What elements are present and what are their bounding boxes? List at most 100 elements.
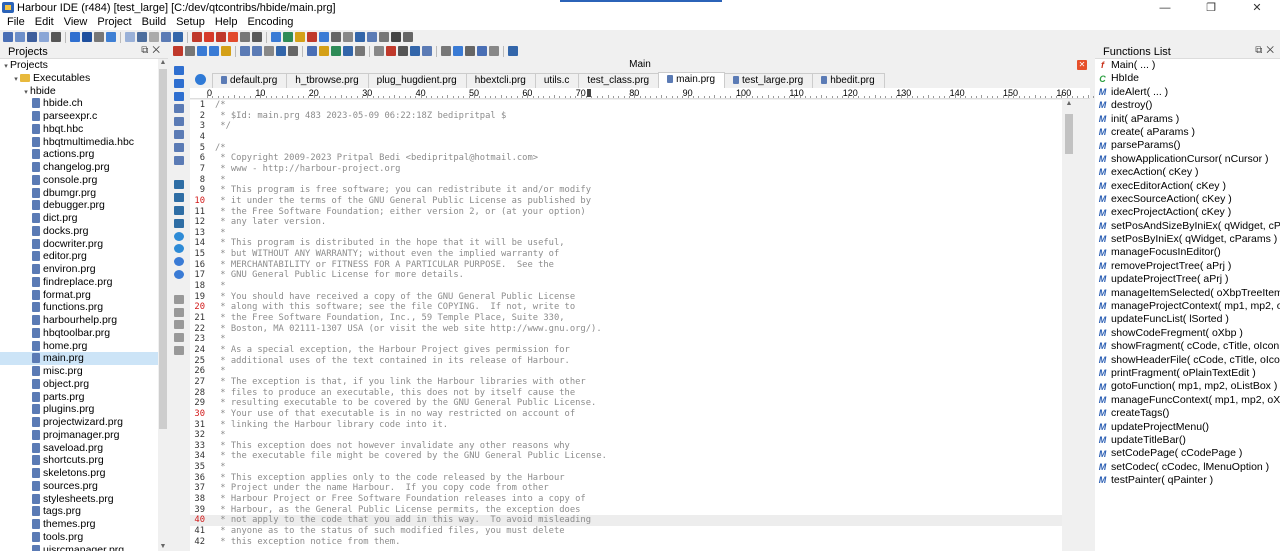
tree-item[interactable]: dict.prg <box>0 212 168 225</box>
editor-tab[interactable]: hbedit.prg <box>812 73 885 88</box>
function-list-item[interactable]: MprintFragment( oPlainTextEdit ) <box>1095 367 1280 380</box>
side-tool-icon[interactable] <box>174 104 184 114</box>
tree-item[interactable]: parts.prg <box>0 391 168 404</box>
editor-tool-icon[interactable] <box>410 46 420 56</box>
side-tool-icon[interactable] <box>174 346 184 355</box>
function-list-item[interactable]: MshowFragment( cCode, cTitle, oIcon, cTh… <box>1095 340 1280 353</box>
tree-item[interactable]: skeletons.prg <box>0 467 168 480</box>
editor-tool-icon[interactable] <box>508 46 518 56</box>
side-tool-icon[interactable] <box>174 333 184 343</box>
menu-item-help[interactable]: Help <box>210 15 243 30</box>
toolbar-button-icon[interactable] <box>192 32 202 42</box>
side-tool-icon[interactable] <box>174 270 184 279</box>
tree-item[interactable]: harbourhelp.prg <box>0 314 168 327</box>
function-list-item[interactable]: MshowHeaderFile( cCode, cTitle, oIcon, l… <box>1095 354 1280 367</box>
function-list-item[interactable]: McreateTags() <box>1095 407 1280 420</box>
menu-item-setup[interactable]: Setup <box>171 15 210 30</box>
projects-scroll-thumb[interactable] <box>159 69 167 429</box>
toolbar-button-icon[interactable] <box>367 32 377 42</box>
tree-item[interactable]: themes.prg <box>0 518 168 531</box>
editor-tool-icon[interactable] <box>221 46 231 56</box>
tree-item[interactable]: saveload.prg <box>0 442 168 455</box>
toolbar-button-icon[interactable] <box>355 32 365 42</box>
editor-tool-icon[interactable] <box>209 46 219 56</box>
tree-item[interactable]: hbqtmultimedia.hbc <box>0 136 168 149</box>
tree-item[interactable]: ▾ hbide <box>0 85 168 98</box>
dock-float-close-icons[interactable]: ⧉✕ <box>1255 45 1278 56</box>
function-list-item[interactable]: MexecAction( cKey ) <box>1095 166 1280 179</box>
toolbar-button-icon[interactable] <box>307 32 317 42</box>
scroll-up-icon[interactable]: ▲ <box>1062 100 1076 110</box>
tree-item[interactable]: parseexpr.c <box>0 110 168 123</box>
function-list-item[interactable]: MupdateProjectMenu() <box>1095 421 1280 434</box>
side-tool-icon[interactable] <box>174 294 184 304</box>
toolbar-button-icon[interactable] <box>331 32 341 42</box>
tree-item[interactable]: debugger.prg <box>0 199 168 212</box>
tree-item[interactable]: ▾ Projects <box>0 59 168 72</box>
tree-item[interactable]: functions.prg <box>0 301 168 314</box>
function-list-item[interactable]: MideAlert( ... ) <box>1095 86 1280 99</box>
editor-scrollbar[interactable]: ▲ <box>1062 100 1076 551</box>
menu-item-project[interactable]: Project <box>92 15 136 30</box>
function-list-item[interactable]: MsetCodec( cCodec, lMenuOption ) <box>1095 461 1280 474</box>
toolbar-button-icon[interactable] <box>403 32 413 42</box>
tree-item[interactable]: misc.prg <box>0 365 168 378</box>
editor-tool-icon[interactable] <box>185 46 195 56</box>
tree-item[interactable]: tools.prg <box>0 531 168 544</box>
tree-item[interactable]: tags.prg <box>0 505 168 518</box>
side-tool-icon[interactable] <box>174 257 184 267</box>
function-list-item[interactable]: MupdateFuncList( lSorted ) <box>1095 313 1280 326</box>
side-tool-icon[interactable] <box>174 307 184 317</box>
tree-item[interactable]: hbide.ch <box>0 97 168 110</box>
menu-item-encoding[interactable]: Encoding <box>242 15 298 30</box>
function-list-item[interactable]: MparseParams() <box>1095 139 1280 152</box>
tree-item[interactable]: stylesheets.prg <box>0 493 168 506</box>
editor-tool-icon[interactable] <box>252 46 262 56</box>
toolbar-button-icon[interactable] <box>137 32 147 42</box>
toolbar-button-icon[interactable] <box>271 32 281 42</box>
scroll-up-icon[interactable]: ▲ <box>158 59 168 68</box>
editor-tab[interactable]: default.prg <box>212 73 288 88</box>
side-tool-icon[interactable] <box>174 231 184 241</box>
toolbar-button-icon[interactable] <box>204 32 214 42</box>
tree-item[interactable]: editor.prg <box>0 250 168 263</box>
function-list-item[interactable]: MexecSourceAction( cKey ) <box>1095 193 1280 206</box>
globe-icon[interactable] <box>195 74 206 85</box>
toolbar-button-icon[interactable] <box>173 32 183 42</box>
menu-item-edit[interactable]: Edit <box>30 15 59 30</box>
tree-item[interactable]: format.prg <box>0 289 168 302</box>
editor-tool-icon[interactable] <box>331 46 341 56</box>
function-list-item[interactable]: Minit( aParams ) <box>1095 113 1280 126</box>
toolbar-button-icon[interactable] <box>15 32 25 42</box>
side-tool-icon[interactable] <box>174 218 184 228</box>
function-list-item[interactable]: f Main( ... ) <box>1095 59 1280 72</box>
editor-tool-icon[interactable] <box>465 46 475 56</box>
toolbar-button-icon[interactable] <box>39 32 49 42</box>
toolbar-button-icon[interactable] <box>252 32 262 42</box>
toolbar-button-icon[interactable] <box>94 32 104 42</box>
toolbar-button-icon[interactable] <box>161 32 171 42</box>
editor-tab[interactable]: test_large.prg <box>724 73 814 88</box>
editor-tool-icon[interactable] <box>288 46 298 56</box>
toolbar-button-icon[interactable] <box>70 32 80 42</box>
tree-item[interactable]: docks.prg <box>0 225 168 238</box>
toolbar-button-icon[interactable] <box>125 32 135 42</box>
function-list-item[interactable]: MupdateProjectTree( aPrj ) <box>1095 273 1280 286</box>
function-list-item[interactable]: MsetPosByIniEx( qWidget, cParams ) <box>1095 233 1280 246</box>
tree-item[interactable]: hbqt.hbc <box>0 123 168 136</box>
toolbar-button-icon[interactable] <box>82 32 92 42</box>
function-list-item[interactable]: Mcreate( aParams ) <box>1095 126 1280 139</box>
scroll-down-icon[interactable]: ▼ <box>158 543 168 551</box>
function-list-item[interactable]: MshowCodeFregment( oXbp ) <box>1095 327 1280 340</box>
toolbar-button-icon[interactable] <box>51 32 61 42</box>
function-list-item[interactable]: MexecEditorAction( cKey ) <box>1095 180 1280 193</box>
side-tool-icon[interactable] <box>174 66 184 75</box>
tree-item[interactable]: ▾ Executables <box>0 72 168 85</box>
tree-item[interactable]: console.prg <box>0 174 168 187</box>
editor-tool-icon[interactable] <box>343 46 353 56</box>
minimize-button[interactable]: — <box>1142 0 1188 15</box>
function-list-item[interactable]: MgotoFunction( mp1, mp2, oListBox ) <box>1095 380 1280 393</box>
close-button[interactable]: ✕ <box>1234 0 1280 15</box>
editor-tool-icon[interactable] <box>173 46 183 56</box>
function-list-item[interactable]: MmanageFocusInEditor() <box>1095 246 1280 259</box>
